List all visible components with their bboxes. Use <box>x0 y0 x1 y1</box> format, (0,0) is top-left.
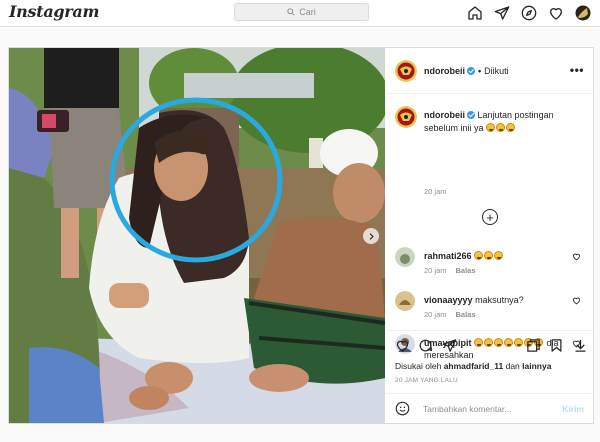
separator-dot: • <box>478 66 482 76</box>
like-comment-heart-icon[interactable] <box>572 252 581 261</box>
post-timestamp[interactable]: 20 JAM YANG LALU <box>395 377 458 384</box>
search-icon <box>287 8 295 16</box>
save-bookmark-icon[interactable] <box>549 338 564 353</box>
post-image <box>9 48 385 423</box>
comment-item: vionaayyyy maksutnya? 20 jam Balas <box>386 289 594 329</box>
follow-status[interactable]: Diikuti <box>484 66 509 76</box>
laughing-emoji-icon <box>486 123 496 132</box>
author-avatar[interactable] <box>395 106 417 128</box>
comment-item: rahmati266 20 jam Balas <box>386 245 594 285</box>
likes-summary: Disukai oleh ahmadfarid_11 dan lainnya <box>395 361 551 371</box>
chevron-right-icon <box>369 232 374 240</box>
likes-others[interactable]: lainnya <box>522 361 551 371</box>
laughing-emoji-icon <box>496 123 506 132</box>
post-card: ndorobeii • Diikuti ••• ndorobeii Lanjutan… <box>8 47 594 424</box>
laughing-emoji-icon <box>506 123 516 132</box>
search-input[interactable]: Cari <box>234 3 369 21</box>
comment-username[interactable]: rahmati266 <box>424 251 472 261</box>
laughing-emoji-icon <box>474 251 484 260</box>
comment-time[interactable]: 20 jam <box>424 266 447 275</box>
like-heart-icon[interactable] <box>395 338 410 353</box>
comment-bubble-icon[interactable] <box>418 338 433 353</box>
post-photo[interactable] <box>9 48 385 423</box>
comment-text: maksutnya? <box>475 295 524 305</box>
author-username[interactable]: ndorobeii <box>424 66 465 76</box>
comment-meta: 20 jam Balas <box>424 310 476 319</box>
download-icon[interactable] <box>573 338 588 353</box>
instagram-logo[interactable]: Instagram <box>9 2 99 21</box>
laughing-emoji-icon <box>484 251 494 260</box>
direct-icon[interactable] <box>493 4 511 22</box>
comment-emojis <box>474 251 504 261</box>
load-more-comments-button[interactable]: + <box>482 209 498 225</box>
caption-emojis <box>486 123 516 133</box>
commenter-avatar[interactable] <box>395 291 415 311</box>
activity-heart-icon[interactable] <box>547 4 565 22</box>
likes-middle: dan <box>505 361 520 371</box>
next-image-button[interactable] <box>363 228 379 244</box>
reply-button[interactable]: Balas <box>456 310 476 319</box>
caption-username[interactable]: ndorobeii <box>424 110 465 120</box>
post-comment-button[interactable]: Kirim <box>562 404 584 414</box>
carousel-icon[interactable] <box>526 338 541 353</box>
profile-avatar[interactable] <box>574 4 592 22</box>
reply-button[interactable]: Balas <box>456 266 476 275</box>
share-icon[interactable] <box>442 338 457 353</box>
top-nav: Instagram Cari <box>0 0 600 27</box>
author-avatar[interactable] <box>395 60 417 82</box>
emoji-picker-icon[interactable] <box>395 401 410 416</box>
comments-section: ndorobeii Lanjutan postingan sebelum ini… <box>386 94 594 360</box>
add-comment-bar: Tambahkan komentar... Kirim <box>386 393 594 423</box>
post-sidebar: ndorobeii • Diikuti ••• ndorobeii Lanjutan… <box>386 48 594 423</box>
likes-user[interactable]: ahmadfarid_11 <box>444 361 504 371</box>
comment-time[interactable]: 20 jam <box>424 310 447 319</box>
more-options-icon[interactable]: ••• <box>570 63 584 77</box>
caption-time[interactable]: 20 jam <box>424 187 447 196</box>
comment-meta: 20 jam Balas <box>424 266 476 275</box>
like-comment-heart-icon[interactable] <box>572 296 581 305</box>
search-placeholder: Cari <box>299 7 316 17</box>
post-actions <box>386 330 594 358</box>
verified-badge-icon <box>467 111 475 119</box>
commenter-avatar[interactable] <box>395 247 415 267</box>
explore-icon[interactable] <box>520 4 538 22</box>
add-comment-input[interactable]: Tambahkan komentar... <box>423 404 511 414</box>
laughing-emoji-icon <box>494 251 504 260</box>
home-icon[interactable] <box>466 4 484 22</box>
verified-badge-icon <box>467 67 475 75</box>
post-header: ndorobeii • Diikuti ••• <box>386 48 594 94</box>
comment-username[interactable]: vionaayyyy <box>424 295 473 305</box>
likes-prefix: Disukai oleh <box>395 361 442 371</box>
